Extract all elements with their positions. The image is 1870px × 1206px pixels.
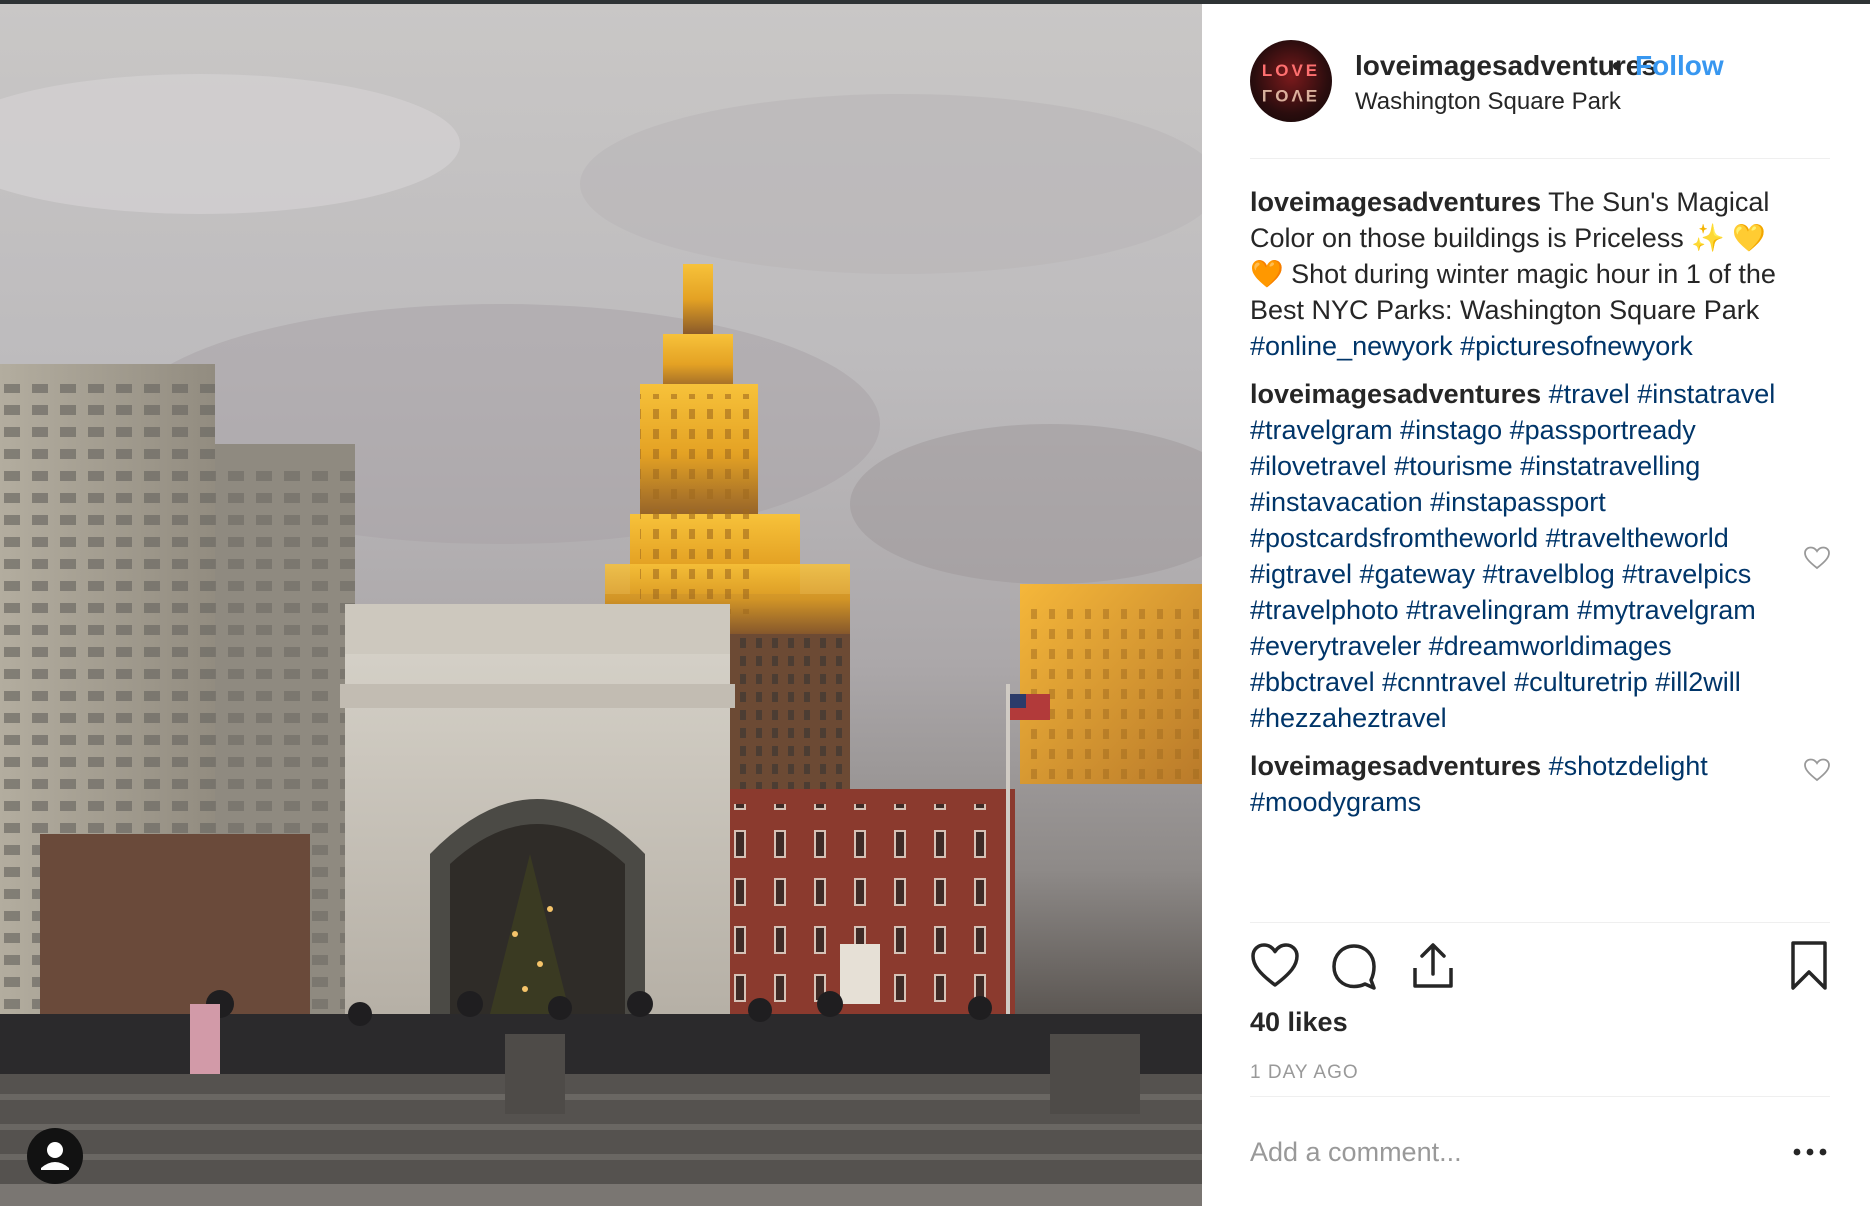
- comment-divider: [1250, 1096, 1830, 1097]
- location-link[interactable]: Washington Square Park: [1355, 88, 1621, 116]
- photo-scene: [0, 74, 1202, 1206]
- share-upload-icon[interactable]: [1410, 940, 1456, 990]
- post-photo[interactable]: [0, 4, 1202, 1206]
- comment-text: [1541, 751, 1549, 781]
- list-item: loveimagesadventures #shotzdelight #mood…: [1250, 748, 1830, 820]
- post-header: LOVE LOVE loveimagesadventures • Follow …: [1250, 40, 1830, 126]
- comment-like-heart-icon[interactable]: [1804, 546, 1830, 570]
- photo-user-tag-icon[interactable]: [27, 1128, 83, 1184]
- list-item: loveimagesadventures #travel #instatrave…: [1250, 376, 1830, 736]
- comment-hashtags[interactable]: #online_newyork #picturesofnewyork: [1250, 331, 1693, 361]
- comment-text: [1541, 379, 1549, 409]
- add-comment-input[interactable]: [1250, 1124, 1750, 1180]
- avatar-text-reflection: LOVE: [1262, 86, 1320, 105]
- actions-divider: [1250, 922, 1830, 923]
- comment-username[interactable]: loveimagesadventures: [1250, 751, 1541, 781]
- avatar[interactable]: LOVE LOVE: [1250, 40, 1332, 122]
- avatar-text-top: LOVE: [1262, 61, 1320, 80]
- comment-username[interactable]: loveimagesadventures: [1250, 187, 1541, 217]
- caption-comment: loveimagesadventures The Sun's Magical C…: [1250, 184, 1830, 364]
- follow-button[interactable]: Follow: [1635, 50, 1724, 82]
- comment-like-heart-icon[interactable]: [1804, 758, 1830, 782]
- bookmark-icon[interactable]: [1788, 940, 1830, 992]
- more-options-icon[interactable]: [1788, 1134, 1832, 1170]
- header-divider: [1250, 158, 1830, 159]
- post-timestamp: 1 DAY AGO: [1250, 1062, 1359, 1083]
- likes-count[interactable]: 40 likes: [1250, 1007, 1348, 1038]
- comment-username[interactable]: loveimagesadventures: [1250, 379, 1541, 409]
- post-side-panel: LOVE LOVE loveimagesadventures • Follow …: [1202, 4, 1870, 1206]
- separator-dot: •: [1612, 50, 1622, 81]
- comment-bubble-icon[interactable]: [1330, 942, 1378, 990]
- comments-list[interactable]: loveimagesadventures The Sun's Magical C…: [1250, 184, 1830, 924]
- like-heart-icon[interactable]: [1250, 942, 1300, 988]
- comment-hashtags[interactable]: #travel #instatravel #travelgram #instag…: [1250, 379, 1775, 733]
